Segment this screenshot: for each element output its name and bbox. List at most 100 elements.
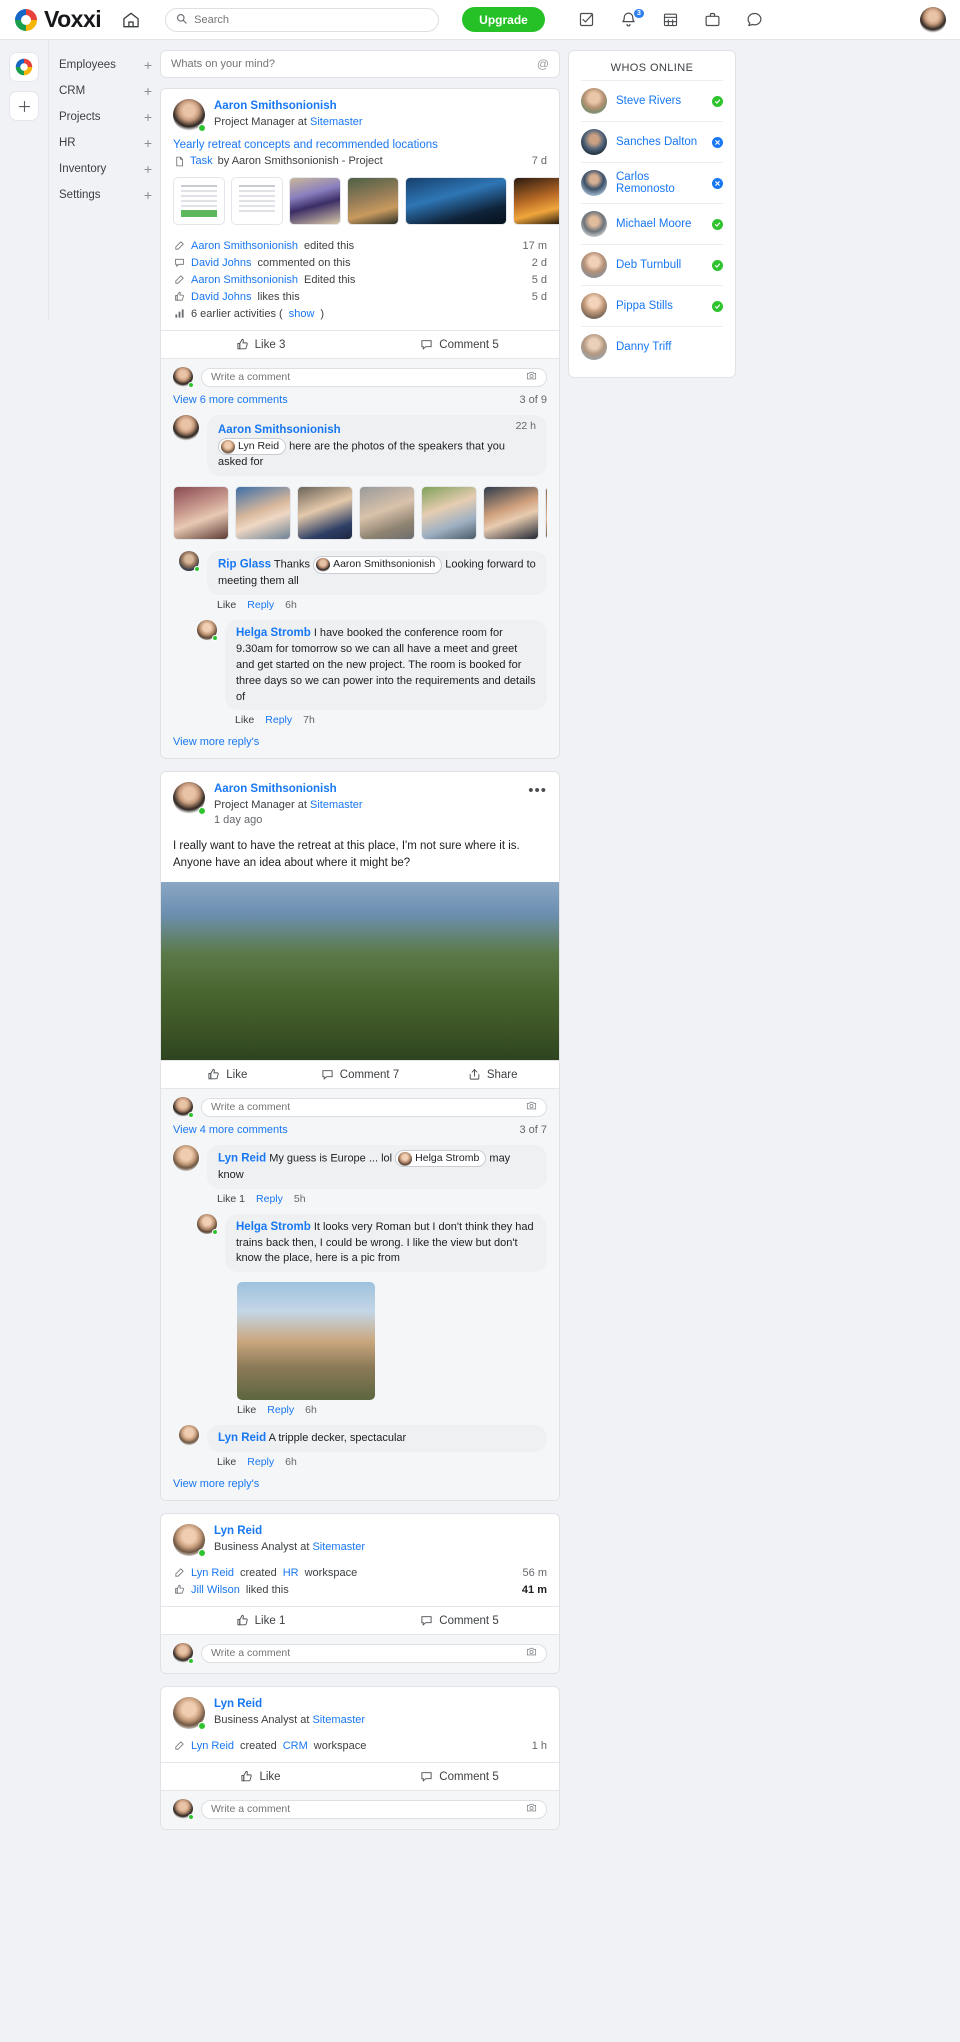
photo-lake-night[interactable] [405, 177, 507, 225]
sidebar-item-employees[interactable]: Employees + [49, 52, 160, 78]
like-link[interactable]: Like 1 [217, 1193, 245, 1205]
sidebar-item-hr[interactable]: HR + [49, 130, 160, 156]
tasks-icon[interactable] [577, 10, 597, 30]
like-link[interactable]: Like [237, 1404, 256, 1416]
photo-city-lights[interactable] [513, 177, 559, 225]
photo-elephant[interactable] [347, 177, 399, 225]
online-user-name[interactable]: Michael Moore [616, 218, 703, 230]
online-user-row[interactable]: Michael Moore [581, 203, 723, 244]
avatar[interactable] [173, 1643, 194, 1665]
comment-author[interactable]: Aaron Smithsonionish [218, 424, 341, 436]
activity-actor[interactable]: Lyn Reid [191, 1740, 234, 1752]
brand-logo[interactable]: Voxxi [14, 6, 102, 33]
photo-glenfinnan-valley[interactable] [161, 882, 559, 1061]
online-user-row[interactable]: Steve Rivers [581, 80, 723, 121]
company-link[interactable]: Sitemaster [312, 1714, 365, 1726]
online-user-name[interactable]: Pippa Stills [616, 300, 703, 312]
messages-icon[interactable] [745, 10, 765, 30]
mention-chip[interactable]: Helga Stromb [395, 1150, 487, 1168]
speaker-photo-1[interactable] [173, 486, 229, 541]
camera-icon[interactable] [526, 1644, 537, 1662]
post-author-name[interactable]: Aaron Smithsonionish [214, 99, 363, 115]
comment-button[interactable]: Comment 5 [360, 331, 559, 358]
mention-chip[interactable]: Aaron Smithsonionish [313, 556, 443, 574]
photo-cat-mask[interactable] [289, 177, 341, 225]
comment-author[interactable]: Rip Glass [218, 559, 271, 571]
photo-roman-aqueduct[interactable] [237, 1282, 375, 1401]
avatar[interactable] [173, 367, 194, 388]
search-bar[interactable] [165, 7, 440, 32]
online-user-row[interactable]: Pippa Stills [581, 285, 723, 326]
online-user-name[interactable]: Deb Turnbull [616, 259, 703, 271]
search-input[interactable] [194, 13, 429, 26]
online-user-name[interactable]: Carlos Remonosto [616, 171, 703, 195]
camera-icon[interactable] [526, 1098, 537, 1116]
online-user-row[interactable]: Carlos Remonosto [581, 162, 723, 203]
post-menu-icon[interactable]: ••• [528, 782, 547, 799]
workspace-link[interactable]: HR [283, 1567, 299, 1579]
reply-link[interactable]: Reply [247, 599, 274, 611]
comment-author[interactable]: Helga Stromb [236, 627, 311, 639]
speaker-photo-2[interactable] [235, 486, 291, 541]
avatar[interactable] [173, 1524, 206, 1558]
company-link[interactable]: Sitemaster [312, 1541, 365, 1553]
write-comment-field[interactable] [201, 367, 547, 387]
online-user-name[interactable]: Steve Rivers [616, 95, 703, 107]
speaker-photo-6[interactable] [483, 486, 539, 541]
calendar-icon[interactable] [661, 10, 681, 30]
avatar[interactable] [581, 88, 607, 114]
avatar[interactable] [581, 129, 607, 155]
like-link[interactable]: Like [217, 1456, 236, 1468]
post-title[interactable]: Yearly retreat concepts and recommended … [161, 135, 559, 153]
mention-icon[interactable]: @ [537, 57, 549, 71]
comment-input[interactable] [211, 371, 526, 383]
like-button[interactable]: Like 3 [161, 331, 360, 358]
show-link[interactable]: show [289, 308, 315, 320]
avatar[interactable] [197, 1213, 218, 1235]
post-composer[interactable]: @ [160, 50, 560, 78]
camera-icon[interactable] [526, 1800, 537, 1818]
like-button[interactable]: Like [161, 1061, 294, 1088]
write-comment-field[interactable] [201, 1097, 547, 1117]
camera-icon[interactable] [526, 368, 537, 386]
upgrade-button[interactable]: Upgrade [462, 7, 545, 32]
sidebar-item-inventory[interactable]: Inventory + [49, 156, 160, 182]
avatar[interactable] [179, 551, 200, 573]
task-label[interactable]: Task [190, 155, 213, 167]
view-more-comments-link[interactable]: View 4 more comments [173, 1124, 288, 1136]
document-thumbnail-1[interactable] [173, 177, 225, 225]
home-icon[interactable] [119, 8, 143, 32]
document-thumbnail-2[interactable] [231, 177, 283, 225]
share-button[interactable]: Share [426, 1061, 559, 1088]
post-author-name[interactable]: Lyn Reid [214, 1524, 365, 1540]
add-icon[interactable]: + [144, 162, 152, 176]
online-user-row[interactable]: Sanches Dalton [581, 121, 723, 162]
mention-chip[interactable]: Lyn Reid [218, 438, 287, 456]
comment-button[interactable]: Comment 7 [294, 1061, 427, 1088]
activity-actor[interactable]: Aaron Smithsonionish [191, 240, 298, 252]
activity-actor[interactable]: Aaron Smithsonionish [191, 274, 298, 286]
like-link[interactable]: Like [217, 599, 236, 611]
add-icon[interactable]: + [144, 58, 152, 72]
add-icon[interactable]: + [144, 188, 152, 202]
reply-link[interactable]: Reply [256, 1193, 283, 1205]
reply-link[interactable]: Reply [267, 1404, 294, 1416]
avatar[interactable] [197, 619, 218, 641]
avatar[interactable] [581, 211, 607, 237]
activity-actor[interactable]: David Johns [191, 291, 252, 303]
like-button[interactable]: Like [161, 1763, 360, 1790]
sidebar-item-crm[interactable]: CRM + [49, 78, 160, 104]
comment-button[interactable]: Comment 5 [360, 1763, 559, 1790]
avatar[interactable] [173, 415, 199, 441]
avatar[interactable] [581, 170, 607, 196]
avatar[interactable] [179, 1425, 199, 1446]
avatar[interactable] [173, 1697, 206, 1731]
view-more-replies-link[interactable]: View more reply's [173, 1468, 547, 1490]
add-icon[interactable]: + [144, 110, 152, 124]
comment-input[interactable] [211, 1101, 526, 1114]
activity-actor[interactable]: Lyn Reid [191, 1567, 234, 1579]
reply-link[interactable]: Reply [265, 714, 292, 726]
avatar[interactable] [581, 293, 607, 319]
avatar[interactable] [581, 334, 607, 360]
add-workspace-button[interactable] [9, 91, 39, 121]
